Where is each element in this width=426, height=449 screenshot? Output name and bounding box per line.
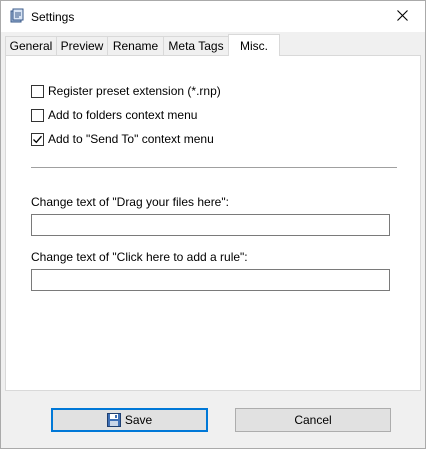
tab-label: Misc. [240,38,268,53]
separator [31,167,397,168]
send-to-context-menu-option[interactable]: Add to "Send To" context menu [31,131,214,147]
cancel-label: Cancel [294,413,332,427]
tab-label: Preview [60,39,104,53]
folders-context-menu-checkbox[interactable] [31,108,44,122]
click-text-label: Change text of "Click here to add a rule… [31,250,248,264]
option-label: Add to folders context menu [48,108,198,122]
floppy-disk-icon [106,413,121,427]
checkmark-icon [33,135,42,143]
folders-context-menu-option[interactable]: Add to folders context menu [31,107,197,123]
tab-label: Meta Tags [168,39,224,53]
app-icon [9,8,25,24]
register-preset-extension-option[interactable]: Register preset extension (*.rnp) [31,83,221,99]
tab-label: General [9,39,53,53]
close-button[interactable] [379,1,425,32]
close-icon [396,9,408,24]
drag-text-input[interactable] [31,214,390,236]
settings-window: Settings General Preview Rename Meta Tag… [0,0,426,449]
tab-label: Rename [112,39,159,53]
register-preset-extension-checkbox[interactable] [31,84,44,98]
save-button[interactable]: Save [51,408,208,432]
send-to-context-menu-checkbox[interactable] [31,132,44,146]
drag-text-label: Change text of "Drag your files here": [31,195,229,209]
tab-misc[interactable]: Misc. [228,34,280,56]
option-label: Add to "Send To" context menu [48,132,214,146]
tab-rename[interactable]: Rename [107,36,164,55]
save-label: Save [124,413,153,427]
window-title: Settings [31,10,75,24]
tab-preview[interactable]: Preview [56,36,108,55]
click-text-input[interactable] [31,269,390,291]
tab-general[interactable]: General [5,36,57,55]
cancel-button[interactable]: Cancel [235,408,391,432]
title-bar[interactable]: Settings [1,1,425,32]
option-label: Register preset extension (*.rnp) [48,84,221,98]
misc-panel: Register preset extension (*.rnp) Add to… [5,55,421,391]
tab-meta-tags[interactable]: Meta Tags [163,36,229,55]
